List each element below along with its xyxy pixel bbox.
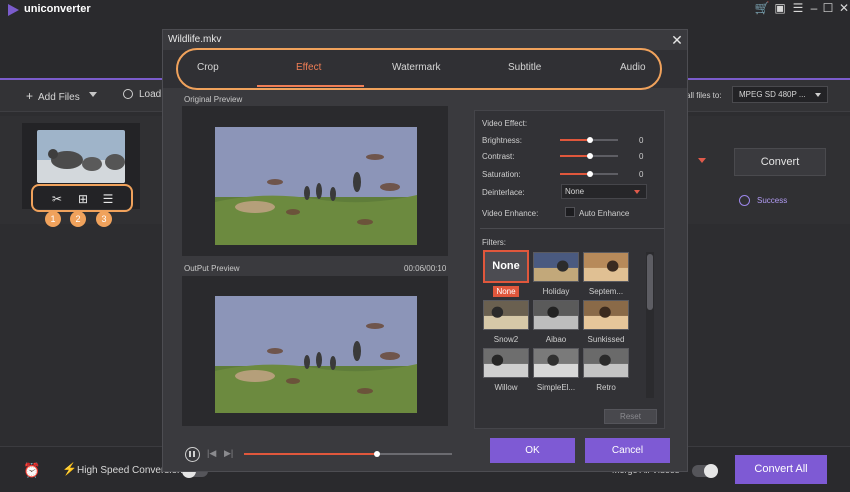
filter-september-tile[interactable] — [583, 252, 629, 282]
filter-name-september: Septem... — [588, 287, 624, 296]
step-badge-3: 3 — [96, 211, 112, 227]
load-button[interactable]: Load — [139, 89, 161, 100]
output-format-select[interactable]: MPEG SD 480P ... — [732, 86, 828, 103]
gift-icon[interactable]: ▣ — [772, 1, 788, 15]
app-logo-icon — [8, 4, 19, 16]
lightning-icon: ⚡ — [62, 462, 77, 476]
reset-button[interactable]: Reset — [604, 409, 657, 424]
app-window: uniconverter 🛒 ▣ ☰ – ☐ ✕ + Add Files Load… — [0, 0, 850, 492]
cancel-button[interactable]: Cancel — [585, 438, 670, 463]
next-frame-icon[interactable]: ▶| — [224, 448, 233, 459]
saturation-fill — [560, 173, 590, 175]
filter-simpleelegant-tile[interactable] — [533, 348, 579, 378]
saturation-value: 0 — [639, 170, 644, 179]
merge-toggle[interactable] — [692, 464, 718, 478]
load-disc-icon[interactable] — [123, 89, 133, 99]
video-enhance-label: Video Enhance: — [482, 209, 539, 218]
toggle-knob — [704, 464, 718, 478]
cart-icon[interactable]: 🛒 — [754, 1, 770, 15]
filter-none-tile[interactable]: None — [483, 250, 529, 283]
contrast-knob[interactable] — [587, 153, 593, 159]
dialog-close-icon[interactable]: ✕ — [670, 32, 684, 49]
filter-willow-tile[interactable] — [483, 348, 529, 378]
contrast-value: 0 — [639, 152, 644, 161]
add-files-dropdown-icon[interactable] — [89, 92, 97, 97]
tabs-highlight — [176, 48, 662, 90]
divider — [480, 228, 664, 229]
crop-icon[interactable]: ⊞ — [76, 192, 90, 206]
video-effect-label: Video Effect: — [482, 119, 528, 128]
success-check-icon — [739, 195, 750, 206]
filters-scroll-thumb[interactable] — [647, 254, 653, 310]
previous-frame-icon[interactable]: |◀ — [207, 448, 216, 459]
filter-name-sunkissed: Sunkissed — [587, 335, 625, 344]
window-close-icon[interactable]: ✕ — [836, 1, 850, 15]
plus-icon: + — [26, 89, 34, 103]
chevron-down-icon — [815, 93, 821, 97]
brightness-fill — [560, 139, 590, 141]
add-files-button[interactable]: + Add Files — [26, 89, 80, 103]
convert-all-to-label: all files to: — [686, 91, 722, 100]
contrast-label: Contrast: — [482, 152, 515, 161]
effect-icon[interactable]: ☰ — [101, 192, 115, 206]
target-format-dropdown[interactable] — [690, 149, 712, 173]
filter-aibao-tile[interactable] — [533, 300, 579, 330]
filters-label: Filters: — [482, 238, 506, 247]
chevron-down-icon — [634, 190, 640, 194]
video-thumbnail[interactable] — [37, 130, 125, 183]
filter-sunkissed-tile[interactable] — [583, 300, 629, 330]
original-preview-image — [215, 127, 417, 245]
pause-button[interactable] — [185, 447, 200, 462]
convert-button[interactable]: Convert — [734, 148, 826, 176]
step-badge-1: 1 — [45, 211, 61, 227]
dialog-title: Wildlife.mkv — [168, 34, 222, 45]
filter-snow2-tile[interactable] — [483, 300, 529, 330]
deinterlace-label: Deinterlace: — [482, 188, 525, 197]
maximize-icon[interactable]: ☐ — [820, 1, 836, 15]
output-preview-image — [215, 296, 417, 413]
original-preview-label: Original Preview — [184, 95, 243, 104]
saturation-knob[interactable] — [587, 171, 593, 177]
auto-enhance-checkbox[interactable] — [565, 207, 575, 217]
contrast-fill — [560, 155, 590, 157]
saturation-label: Saturation: — [482, 170, 521, 179]
brightness-value: 0 — [639, 136, 644, 145]
brightness-label: Brightness: — [482, 136, 523, 145]
step-badge-2: 2 — [70, 211, 86, 227]
trim-icon[interactable]: ✂ — [50, 192, 64, 206]
success-status: Success — [757, 196, 788, 205]
alarm-clock-icon[interactable]: ⏰ — [23, 462, 40, 479]
brightness-knob[interactable] — [587, 137, 593, 143]
auto-enhance-label: Auto Enhance — [579, 209, 630, 218]
chevron-down-icon — [698, 158, 706, 163]
convert-all-button[interactable]: Convert All — [735, 455, 827, 484]
playback-time: 00:06/00:10 — [404, 264, 447, 273]
ok-button[interactable]: OK — [490, 438, 575, 463]
filter-name-retro: Retro — [596, 383, 616, 392]
filter-retro-tile[interactable] — [583, 348, 629, 378]
playback-progress — [244, 453, 378, 455]
app-name: uniconverter — [24, 3, 91, 15]
output-preview-label: OutPut Preview — [184, 264, 240, 273]
filter-holiday-tile[interactable] — [533, 252, 579, 282]
deinterlace-select[interactable]: None — [561, 184, 647, 199]
menu-icon[interactable]: ☰ — [790, 1, 806, 15]
filter-name-none: None — [493, 286, 519, 297]
